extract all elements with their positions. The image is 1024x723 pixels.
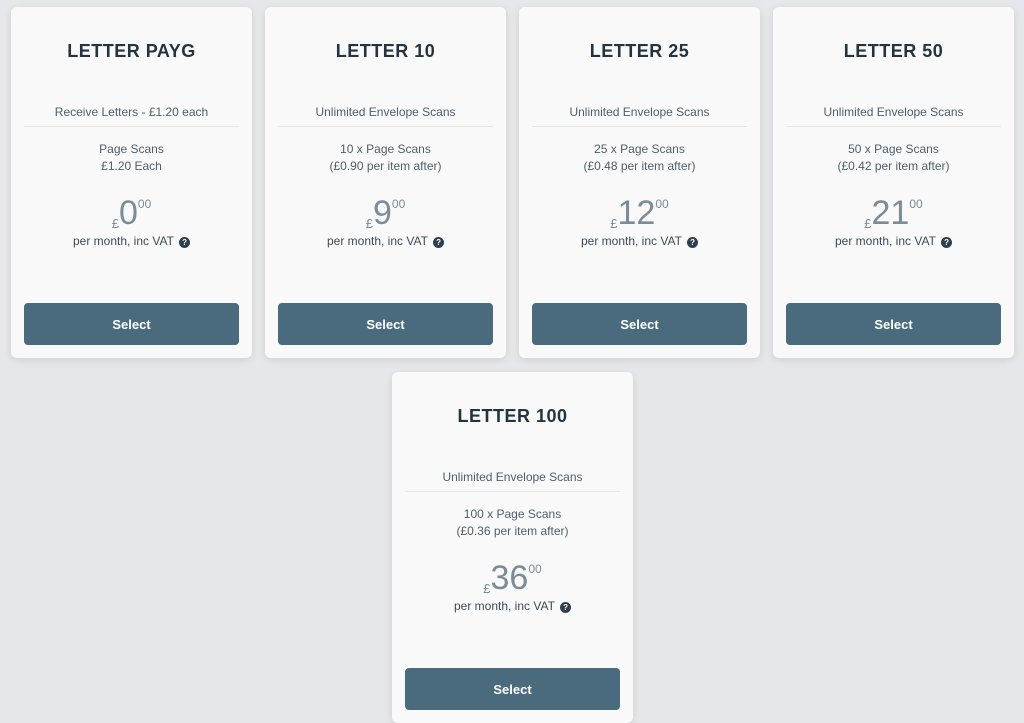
price-pence: 00 xyxy=(655,197,669,211)
plan-card-letter-50: LETTER 50 Unlimited Envelope Scans 50 x … xyxy=(773,7,1014,358)
plan-title: LETTER 25 xyxy=(589,41,690,61)
plan-title: LETTER 50 xyxy=(843,41,944,61)
plan-feature: Unlimited Envelope Scans xyxy=(405,470,620,492)
select-button-letter-25[interactable]: Select xyxy=(532,303,747,345)
currency-symbol: £ xyxy=(365,216,373,231)
plan-scans: 10 x Page Scans (£0.90 per item after) xyxy=(278,141,493,175)
price-amount: 21 xyxy=(871,194,910,232)
plan-card-letter-payg: LETTER PAYG Receive Letters - £1.20 each… xyxy=(11,7,252,358)
plan-price: £900 xyxy=(278,195,493,233)
currency-symbol: £ xyxy=(483,581,491,596)
plan-feature: Unlimited Envelope Scans xyxy=(278,105,493,127)
plan-period: per month, inc VAT ? xyxy=(278,234,493,248)
currency-symbol: £ xyxy=(610,216,618,231)
plan-period: per month, inc VAT ? xyxy=(532,234,747,248)
plan-period-label: per month, inc VAT xyxy=(72,234,174,248)
plan-card-letter-100: LETTER 100 Unlimited Envelope Scans 100 … xyxy=(392,372,633,723)
plan-scans-rate: (£0.42 per item after) xyxy=(837,159,950,173)
currency-symbol: £ xyxy=(111,216,119,231)
plan-scans-count: 50 x Page Scans xyxy=(848,142,939,156)
plan-card-letter-10: LETTER 10 Unlimited Envelope Scans 10 x … xyxy=(265,7,506,358)
plan-scans-count: 10 x Page Scans xyxy=(340,142,431,156)
help-icon[interactable]: ? xyxy=(179,237,191,248)
plan-scans-count: 100 x Page Scans xyxy=(463,507,562,521)
plan-scans-rate: (£0.90 per item after) xyxy=(329,159,442,173)
currency-symbol: £ xyxy=(864,216,872,231)
price-amount: 36 xyxy=(490,559,529,597)
plan-scans-count: 25 x Page Scans xyxy=(594,142,685,156)
help-icon[interactable]: ? xyxy=(433,237,445,248)
price-pence: 00 xyxy=(528,562,542,576)
plan-feature: Receive Letters - £1.20 each xyxy=(24,105,239,127)
plan-period-label: per month, inc VAT xyxy=(580,234,682,248)
plan-scans: 100 x Page Scans (£0.36 per item after) xyxy=(405,506,620,540)
plan-scans-rate: (£0.36 per item after) xyxy=(456,524,569,538)
pricing-plans: LETTER PAYG Receive Letters - £1.20 each… xyxy=(0,0,1024,723)
select-button-letter-10[interactable]: Select xyxy=(278,303,493,345)
plan-price: £000 xyxy=(24,195,239,233)
plan-price: £1200 xyxy=(532,195,747,233)
price-pence: 00 xyxy=(137,197,152,211)
plan-scans-rate: £1.20 Each xyxy=(101,159,162,173)
plan-feature: Unlimited Envelope Scans xyxy=(532,105,747,127)
plan-period: per month, inc VAT ? xyxy=(24,234,239,248)
plan-period-label: per month, inc VAT xyxy=(326,234,428,248)
plan-title: LETTER 10 xyxy=(335,41,436,61)
plan-title: LETTER PAYG xyxy=(67,41,196,61)
select-button-letter-payg[interactable]: Select xyxy=(24,303,239,345)
plan-scans-rate: (£0.48 per item after) xyxy=(583,159,696,173)
help-icon[interactable]: ? xyxy=(687,237,699,248)
plan-period-label: per month, inc VAT xyxy=(834,234,936,248)
price-amount: 9 xyxy=(372,194,392,232)
price-amount: 12 xyxy=(617,194,656,232)
plan-period-label: per month, inc VAT xyxy=(453,599,555,613)
help-icon[interactable]: ? xyxy=(560,602,572,613)
plan-period: per month, inc VAT ? xyxy=(405,599,620,613)
plan-scans-count: Page Scans xyxy=(99,142,164,156)
plan-price: £3600 xyxy=(405,560,620,598)
plan-scans: Page Scans £1.20 Each xyxy=(24,141,239,175)
plan-scans: 50 x Page Scans (£0.42 per item after) xyxy=(786,141,1001,175)
help-icon[interactable]: ? xyxy=(941,237,953,248)
plan-period: per month, inc VAT ? xyxy=(786,234,1001,248)
plan-scans: 25 x Page Scans (£0.48 per item after) xyxy=(532,141,747,175)
plan-title: LETTER 100 xyxy=(457,406,568,426)
select-button-letter-50[interactable]: Select xyxy=(786,303,1001,345)
select-button-letter-100[interactable]: Select xyxy=(405,668,620,710)
plan-price: £2100 xyxy=(786,195,1001,233)
plan-card-letter-25: LETTER 25 Unlimited Envelope Scans 25 x … xyxy=(519,7,760,358)
price-pence: 00 xyxy=(909,197,923,211)
price-pence: 00 xyxy=(391,197,406,211)
plan-feature: Unlimited Envelope Scans xyxy=(786,105,1001,127)
price-amount: 0 xyxy=(118,194,138,232)
